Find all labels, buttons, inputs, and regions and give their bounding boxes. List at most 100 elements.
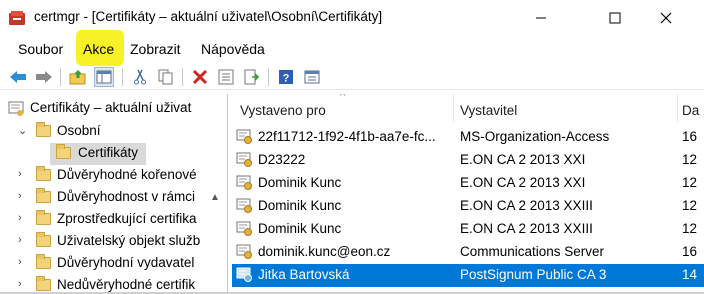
issuer-cell: E.ON CA 2 2013 XXI — [460, 175, 586, 190]
table-row[interactable]: D23222 E.ON CA 2 2013 XXI 12 — [232, 149, 704, 172]
tree-root[interactable]: Certifikáty – aktuální uživat — [0, 98, 227, 120]
back-arrow-icon — [10, 71, 26, 83]
chevron-right-icon[interactable]: › — [18, 168, 30, 180]
tree-item-duveryhodne-korenove[interactable]: › Důvěryhodné kořenové — [0, 165, 227, 187]
column-header-label: Vystavitel — [460, 103, 518, 118]
chevron-down-icon[interactable]: ⌄ — [18, 124, 30, 137]
certificate-icon — [236, 152, 252, 167]
tree-item-osobni[interactable]: ⌄ Osobní — [0, 121, 227, 143]
issued-to-cell: Dominik Kunc — [258, 198, 342, 213]
tree-item-label: Osobní — [57, 123, 101, 138]
certificate-list[interactable]: ^ Vystaveno pro Vystavitel Da 22f11712-1… — [232, 94, 704, 294]
tree-item-label: Důvěryhodnost v rámci — [57, 189, 196, 204]
issued-to-cell: 22f11712-1f92-4f1b-aa7e-fc... — [258, 129, 436, 144]
view-button[interactable] — [302, 67, 322, 87]
chevron-right-icon[interactable]: › — [18, 256, 30, 268]
folder-icon — [36, 210, 51, 225]
certificate-icon — [236, 221, 252, 236]
toolbar-separator — [60, 68, 61, 86]
cut-icon — [134, 69, 146, 85]
issuer-cell: Communications Server — [460, 244, 605, 259]
export-list-button[interactable] — [242, 67, 262, 87]
delete-icon — [192, 69, 208, 85]
tree-item-certifikaty[interactable]: Certifikáty — [0, 143, 227, 165]
certificate-icon — [236, 129, 252, 144]
menu-napoveda[interactable]: Nápověda — [201, 41, 265, 57]
issuer-cell: E.ON CA 2 2013 XXIII — [460, 221, 593, 236]
cut-button[interactable] — [130, 67, 150, 87]
date-cell: 16 — [682, 244, 698, 259]
certificate-store-icon — [8, 101, 24, 116]
date-cell: 12 — [682, 175, 698, 190]
certmgr-app-icon — [9, 11, 25, 25]
table-row-selected[interactable]: Jitka Bartovská PostSignum Public CA 3 1… — [232, 264, 704, 287]
chevron-right-icon[interactable]: › — [18, 278, 30, 290]
minimize-button[interactable] — [518, 0, 564, 36]
tree-item-zprostredkujici[interactable]: › Zprostředkující certifika — [0, 209, 227, 231]
menu-soubor[interactable]: Soubor — [18, 41, 63, 57]
folder-icon — [56, 144, 71, 159]
delete-button[interactable] — [190, 67, 210, 87]
tree-item-label: Zprostředkující certifika — [57, 211, 197, 226]
certificate-icon — [236, 244, 252, 259]
tree-item-label: Důvěryhodné kořenové — [57, 167, 197, 182]
folder-icon — [36, 276, 51, 291]
show-hide-tree-button[interactable] — [94, 67, 114, 87]
date-cell: 12 — [682, 221, 698, 236]
certificate-icon — [236, 175, 252, 190]
column-header-datum[interactable]: Da — [678, 94, 704, 122]
toolbar: ? — [0, 63, 704, 90]
issued-to-cell: Jitka Bartovská — [258, 267, 350, 282]
copy-button[interactable] — [156, 67, 176, 87]
column-header-vystavitel[interactable]: Vystavitel — [454, 94, 678, 122]
window-title: certmgr - [Certifikáty – aktuální uživat… — [34, 9, 383, 24]
back-button[interactable] — [8, 67, 28, 87]
forward-button[interactable] — [34, 67, 54, 87]
column-header-vystaveno-pro[interactable]: ^ Vystaveno pro — [232, 94, 454, 122]
chevron-right-icon[interactable]: › — [18, 212, 30, 224]
toolbar-separator — [182, 68, 183, 86]
console-tree[interactable]: Certifikáty – aktuální uživat ▲ ⌄ Osobní… — [0, 94, 228, 294]
certificate-icon — [236, 198, 252, 213]
maximize-button[interactable] — [592, 0, 638, 36]
menu-zobrazit[interactable]: Zobrazit — [130, 41, 181, 57]
view-icon — [304, 70, 320, 84]
help-icon: ? — [279, 70, 293, 85]
table-row[interactable]: dominik.kunc@eon.cz Communications Serve… — [232, 241, 704, 264]
table-row[interactable]: Dominik Kunc E.ON CA 2 2013 XXI 12 — [232, 172, 704, 195]
up-folder-button[interactable] — [68, 67, 88, 87]
show-hide-tree-icon — [96, 70, 112, 84]
date-cell: 12 — [682, 198, 698, 213]
certificate-icon — [236, 267, 252, 282]
tree-item-uzivatelsky-objekt[interactable]: › Uživatelský objekt služb — [0, 231, 227, 253]
issuer-cell: MS-Organization-Access — [460, 129, 610, 144]
table-row[interactable]: Dominik Kunc E.ON CA 2 2013 XXIII 12 — [232, 218, 704, 241]
help-button[interactable]: ? — [276, 67, 296, 87]
issuer-cell: PostSignum Public CA 3 — [460, 267, 607, 282]
date-cell: 12 — [682, 152, 698, 167]
column-header-label: Vystaveno pro — [240, 103, 326, 118]
close-icon — [660, 12, 672, 24]
column-header-label: Da — [682, 103, 700, 118]
tree-item-label: Důvěryhodní vydavatel — [57, 255, 195, 270]
tree-item-duveryhodni-vydavatele[interactable]: › Důvěryhodní vydavatel — [0, 253, 227, 275]
tree-item-label: Uživatelský objekt služb — [57, 233, 201, 248]
properties-button[interactable] — [216, 67, 236, 87]
toolbar-separator — [268, 68, 269, 86]
tree-item-label: Nedůvěryhodné certifik — [57, 277, 196, 292]
table-row[interactable]: 22f11712-1f92-4f1b-aa7e-fc... MS-Organiz… — [232, 126, 704, 149]
issued-to-cell: dominik.kunc@eon.cz — [258, 244, 391, 259]
chevron-right-icon[interactable]: › — [18, 190, 30, 202]
menu-akce[interactable]: Akce — [83, 41, 114, 57]
toolbar-separator — [122, 68, 123, 86]
folder-icon — [36, 254, 51, 269]
forward-arrow-icon — [36, 71, 52, 83]
chevron-right-icon[interactable]: › — [18, 234, 30, 246]
table-row[interactable]: Dominik Kunc E.ON CA 2 2013 XXIII 12 — [232, 195, 704, 218]
tree-item-duveryhodnost-v-ramci[interactable]: › Důvěryhodnost v rámci — [0, 187, 227, 209]
copy-icon — [158, 69, 173, 85]
svg-text:?: ? — [283, 73, 290, 85]
close-button[interactable] — [643, 0, 689, 36]
tree-item-label: Certifikáty — [78, 145, 139, 160]
sort-ascending-icon: ^ — [340, 94, 346, 102]
